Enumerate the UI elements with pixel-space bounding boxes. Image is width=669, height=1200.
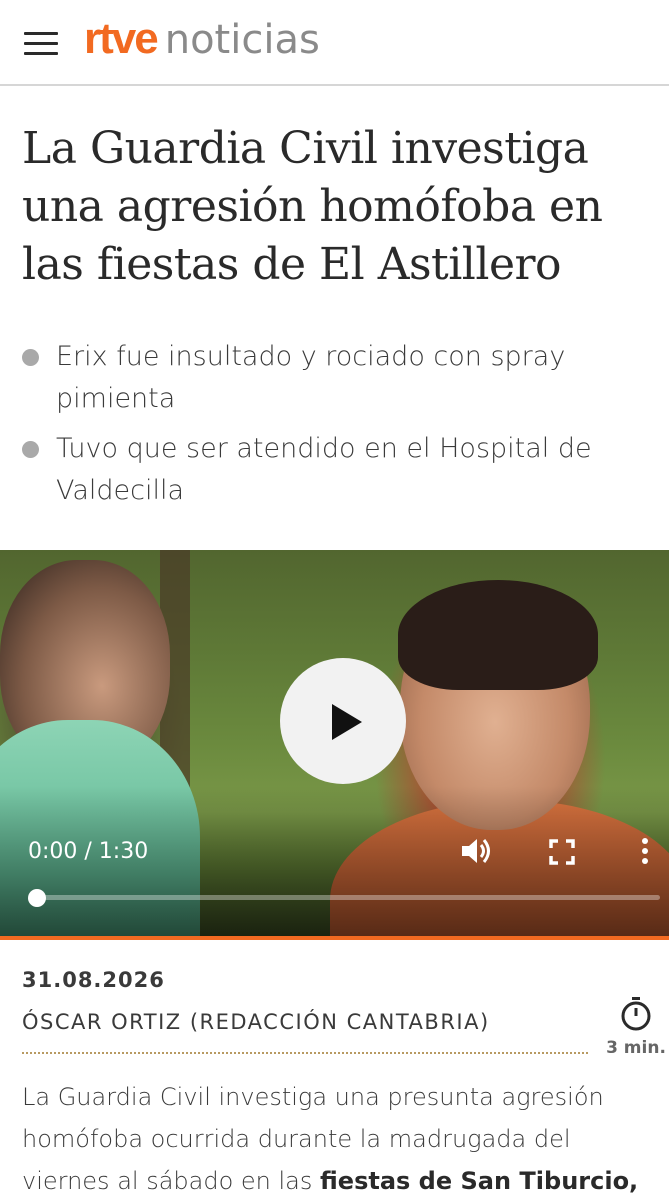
summary-bullets: Erix fue insultado y rociado con spray p… <box>22 336 647 520</box>
read-time: 3 min. <box>604 996 668 1066</box>
article-author[interactable]: ÓSCAR ORTIZ (REDACCIÓN CANTABRIA) <box>22 1010 490 1034</box>
article-headline: La Guardia Civil investiga una agresión … <box>22 123 603 290</box>
video-time: 0:00 / 1:30 <box>28 839 149 864</box>
logo-section: noticias <box>164 17 320 63</box>
stopwatch-icon <box>621 997 651 1031</box>
summary-bullet-text: Erix fue insultado y rociado con spray p… <box>56 341 566 414</box>
summary-bullet: Erix fue insultado y rociado con spray p… <box>22 336 647 420</box>
summary-bullet: Tuvo que ser atendido en el Hospital de … <box>22 428 647 512</box>
rtve-noticias-logo[interactable]: rtve noticias <box>84 14 320 70</box>
article-date: 31.08.2026 <box>22 968 165 992</box>
bullet-dot-icon <box>22 349 39 366</box>
play-button[interactable] <box>280 658 406 784</box>
fullscreen-icon[interactable] <box>548 838 576 866</box>
more-options-icon[interactable] <box>636 836 654 870</box>
article-body: La Guardia Civil investiga una presunta … <box>22 1076 652 1200</box>
video-player[interactable]: 0:00 / 1:30 <box>0 550 669 936</box>
meta-divider <box>22 1052 588 1054</box>
hamburger-menu-icon[interactable] <box>24 30 60 58</box>
video-frame-interviewee-hair <box>398 580 598 690</box>
logo-brand: rtve <box>84 14 159 63</box>
video-progress-handle[interactable] <box>28 889 46 907</box>
site-header: rtve noticias <box>0 0 669 86</box>
bullet-dot-icon <box>22 441 39 458</box>
video-accent-bar <box>0 936 669 940</box>
summary-bullet-text: Tuvo que ser atendido en el Hospital de … <box>56 433 592 506</box>
read-time-label: 3 min. <box>606 1038 666 1058</box>
video-progress-track[interactable] <box>36 895 660 900</box>
play-icon <box>332 704 362 740</box>
volume-icon[interactable] <box>460 835 496 867</box>
